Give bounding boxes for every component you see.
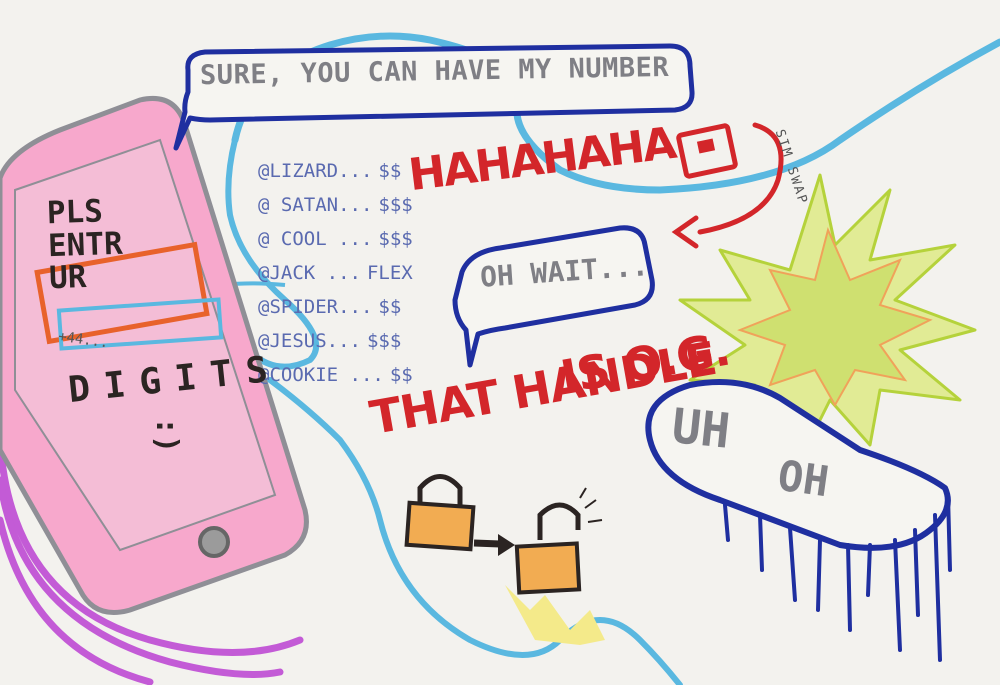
handle-price: $$	[378, 160, 402, 182]
padlock-locked-icon	[404, 474, 476, 552]
smiley-icon: :)	[149, 416, 185, 454]
speech-bubble-uh-text: UH	[669, 398, 733, 460]
sim-card-icon	[676, 123, 738, 179]
handle-list-item: @JESUS... $$$	[258, 330, 433, 364]
handle-name: @ SATAN...	[258, 194, 373, 216]
padlock-unlocked-icon	[505, 487, 605, 645]
handle-price: $$$	[378, 228, 413, 250]
handle-name: @LIZARD...	[258, 160, 373, 182]
handle-price-list: @LIZARD... $$ @ SATAN... $$$ @ COOL ... $$$…	[258, 160, 433, 398]
handle-price: $$$	[366, 330, 402, 352]
speech-bubble-sure-text: SURE, YOU CAN HAVE MY NUMBER	[199, 51, 670, 92]
scene-graphics	[0, 32, 1000, 685]
handle-name: @JACK ...	[258, 262, 361, 284]
arrow-right-icon	[473, 534, 515, 556]
handle-list-item: @ COOL ... $$$	[258, 228, 433, 262]
drawing-canvas: SURE, YOU CAN HAVE MY NUMBER @LIZARD... $…	[0, 0, 1000, 685]
handle-list-item: @ SATAN... $$$	[258, 194, 433, 228]
handle-name: @ COOL ...	[258, 228, 373, 250]
handle-list-item: @JACK ... FLEX	[258, 262, 433, 296]
handle-list-item: @SPIDER... $$	[258, 296, 433, 330]
handle-name: @SPIDER...	[258, 296, 373, 318]
handle-price: $$	[378, 296, 402, 318]
handle-price: $$$	[378, 194, 413, 216]
phone-prompt-title: PLS ENTR UR	[46, 193, 124, 297]
speech-bubble-oh-text: OH	[774, 450, 832, 507]
sim-swap-arrowhead	[671, 215, 699, 249]
handle-price: FLEX	[366, 262, 413, 284]
